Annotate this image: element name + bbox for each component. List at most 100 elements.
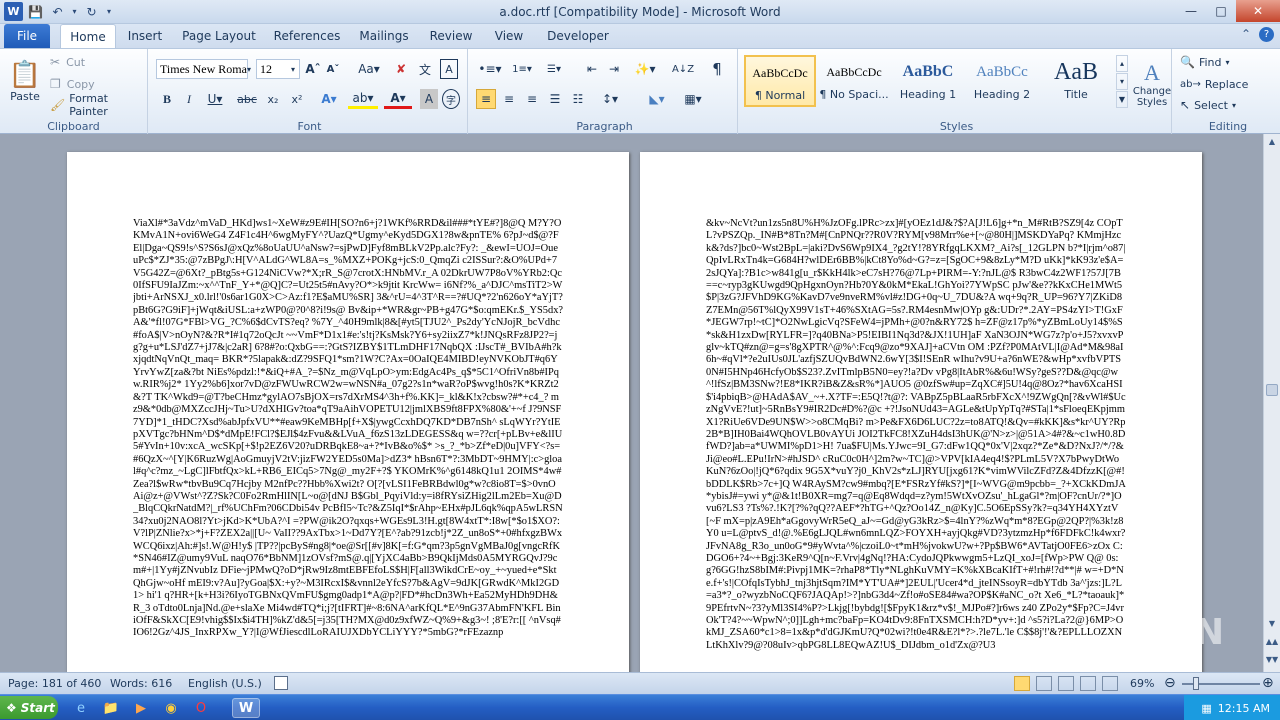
style-heading-1[interactable]: AaBbC Heading 1	[892, 55, 964, 107]
tab-page-layout[interactable]: Page Layout	[178, 24, 260, 48]
font-name-dropdown-icon[interactable]: ▾	[242, 60, 256, 78]
zoom-in-icon[interactable]: ⊕	[1262, 675, 1274, 691]
scroll-up-icon[interactable]: ▲	[1264, 134, 1280, 150]
character-border-icon[interactable]: A	[440, 59, 458, 79]
tab-mailings[interactable]: Mailings	[354, 24, 414, 48]
bold-icon[interactable]: B	[158, 89, 176, 109]
style-title[interactable]: AaB Title	[1040, 55, 1112, 107]
web-layout-icon[interactable]	[1058, 676, 1074, 691]
page-text-right[interactable]: &kv~NcVt?un1zs5n8U%H%JzOFg.lPRc>zx]#[yOE…	[706, 218, 1126, 672]
font-group: Times New Roma ▾ 12 ▾ Aˆ Aˇ Aa▾ ✘ 文 A B …	[152, 49, 468, 135]
tab-view[interactable]: View	[486, 24, 532, 48]
align-left-icon[interactable]: ≡	[476, 89, 496, 109]
bullets-icon[interactable]: •≡▾	[476, 59, 504, 79]
grow-font-icon[interactable]: Aˆ	[304, 59, 322, 79]
superscript-icon[interactable]: x²	[286, 89, 308, 109]
scroll-thumb[interactable]	[1266, 384, 1278, 396]
borders-icon[interactable]: ▦▾	[678, 89, 708, 109]
tab-file[interactable]: File	[4, 24, 50, 48]
highlight-icon[interactable]: ab▾	[348, 89, 378, 109]
maximize-button[interactable]: □	[1206, 0, 1236, 22]
next-page-icon[interactable]: ▼▼	[1264, 652, 1280, 668]
style-normal[interactable]: AaBbCcDc ¶ Normal	[744, 55, 816, 107]
phonetic-guide-icon[interactable]: 文	[416, 59, 434, 79]
underline-icon[interactable]: U▾	[202, 89, 228, 109]
word-count-status[interactable]: Words: 616	[110, 677, 172, 690]
subscript-icon[interactable]: x₂	[262, 89, 284, 109]
find-button[interactable]: 🔍 Find ▾	[1180, 53, 1230, 71]
replace-button[interactable]: ab→ Replace	[1180, 75, 1248, 93]
minimize-ribbon-icon[interactable]: ⌃	[1241, 27, 1251, 42]
zoom-level[interactable]: 69%	[1130, 677, 1154, 690]
tab-developer[interactable]: Developer	[542, 24, 614, 48]
paste-button[interactable]: 📋 Paste	[6, 53, 44, 109]
page-count-status[interactable]: Page: 181 of 460	[8, 677, 101, 690]
macro-record-icon[interactable]	[274, 676, 288, 690]
tab-review[interactable]: Review	[424, 24, 478, 48]
styles-more-icon[interactable]: ▼	[1116, 91, 1128, 108]
decrease-indent-icon[interactable]: ⇤	[582, 59, 602, 79]
cut-button[interactable]: ✂ Cut	[50, 53, 85, 71]
copy-button[interactable]: ❐ Copy	[50, 75, 95, 93]
full-screen-reading-icon[interactable]	[1036, 676, 1052, 691]
font-size-dropdown-icon[interactable]: ▾	[286, 60, 300, 78]
shading-icon[interactable]: ◣▾	[642, 89, 672, 109]
align-center-icon[interactable]: ≡	[499, 89, 519, 109]
align-right-icon[interactable]: ≡	[522, 89, 542, 109]
style-heading-2[interactable]: AaBbCc Heading 2	[966, 55, 1038, 107]
change-case-icon[interactable]: Aa▾	[356, 59, 382, 79]
language-status[interactable]: English (U.S.)	[188, 677, 262, 690]
tab-insert[interactable]: Insert	[122, 24, 168, 48]
style-no-spacing[interactable]: AaBbCcDc ¶ No Spaci...	[818, 55, 890, 107]
media-player-icon[interactable]: ▶	[130, 698, 152, 718]
document-page-right[interactable]: &kv~NcVt?un1zs5n8U%H%JzOFg.lPRc>zx]#[yOE…	[640, 152, 1202, 672]
opera-icon[interactable]: O	[190, 698, 212, 718]
start-button[interactable]: ❖ Start	[0, 696, 58, 719]
help-icon[interactable]: ?	[1259, 27, 1274, 42]
multilevel-list-icon[interactable]: ☰▾	[540, 59, 568, 79]
outline-view-icon[interactable]	[1080, 676, 1096, 691]
explorer-folder-icon[interactable]: 📁	[100, 698, 122, 718]
numbering-icon[interactable]: 1≡▾	[508, 59, 536, 79]
show-hide-icon[interactable]: ¶	[706, 59, 728, 79]
italic-icon[interactable]: I	[180, 89, 198, 109]
increase-indent-icon[interactable]: ⇥	[604, 59, 624, 79]
previous-page-icon[interactable]: ▲▲	[1264, 634, 1280, 650]
document-area[interactable]: ViaXl#*3aVdz^mVaD_HKd]ws1~XeW#z9E#IH[SO?…	[0, 134, 1280, 672]
clock[interactable]: 12:15 AM	[1218, 702, 1270, 715]
word-taskbar-icon[interactable]: W	[232, 698, 260, 718]
character-shading-icon[interactable]: A	[420, 89, 438, 109]
font-name-combo[interactable]: Times New Roma	[156, 59, 248, 79]
zoom-slider-thumb[interactable]	[1193, 677, 1199, 690]
internet-explorer-icon[interactable]: e	[70, 698, 92, 718]
network-icon[interactable]: ▦	[1201, 702, 1211, 715]
format-painter-button[interactable]: 🖌 Format Painter	[50, 92, 147, 118]
chrome-icon[interactable]: ◉	[160, 698, 182, 718]
tab-home[interactable]: Home	[60, 24, 116, 49]
scroll-down-icon[interactable]: ▼	[1264, 616, 1280, 632]
select-button[interactable]: ↖ Select ▾	[1180, 96, 1236, 114]
shrink-font-icon[interactable]: Aˇ	[324, 59, 342, 79]
document-page-left[interactable]: ViaXl#*3aVdz^mVaD_HKd]ws1~XeW#z9E#IH[SO?…	[67, 152, 629, 672]
draft-view-icon[interactable]	[1102, 676, 1118, 691]
page-text-left[interactable]: ViaXl#*3aVdz^mVaD_HKd]ws1~XeW#z9E#IH[SO?…	[133, 218, 563, 672]
styles-scroll-up-icon[interactable]: ▴	[1116, 55, 1128, 72]
vertical-scrollbar[interactable]: ▲ ▼ ▲▲ ▼▼	[1263, 134, 1280, 672]
enclose-characters-icon[interactable]: 字	[442, 89, 460, 109]
minimize-button[interactable]: —	[1176, 0, 1206, 22]
print-layout-icon[interactable]	[1014, 676, 1030, 691]
text-effects-icon[interactable]: A▾	[316, 89, 342, 109]
clear-formatting-icon[interactable]: ✘	[392, 59, 410, 79]
font-color-icon[interactable]: A▾	[384, 89, 412, 109]
close-button[interactable]: ✕	[1236, 0, 1280, 22]
tab-references[interactable]: References	[268, 24, 346, 48]
line-spacing-icon[interactable]: ↕▾	[596, 89, 624, 109]
change-styles-button[interactable]: A Change Styles	[1132, 53, 1172, 115]
sort-icon[interactable]: A↓Z	[672, 59, 694, 79]
strikethrough-icon[interactable]: abc	[236, 89, 258, 109]
styles-scroll-down-icon[interactable]: ▾	[1116, 73, 1128, 90]
zoom-out-icon[interactable]: ⊖	[1164, 675, 1176, 691]
justify-icon[interactable]: ☰	[545, 89, 565, 109]
distributed-icon[interactable]: ☷	[568, 89, 588, 109]
asian-layout-icon[interactable]: ✨▾	[632, 59, 658, 79]
